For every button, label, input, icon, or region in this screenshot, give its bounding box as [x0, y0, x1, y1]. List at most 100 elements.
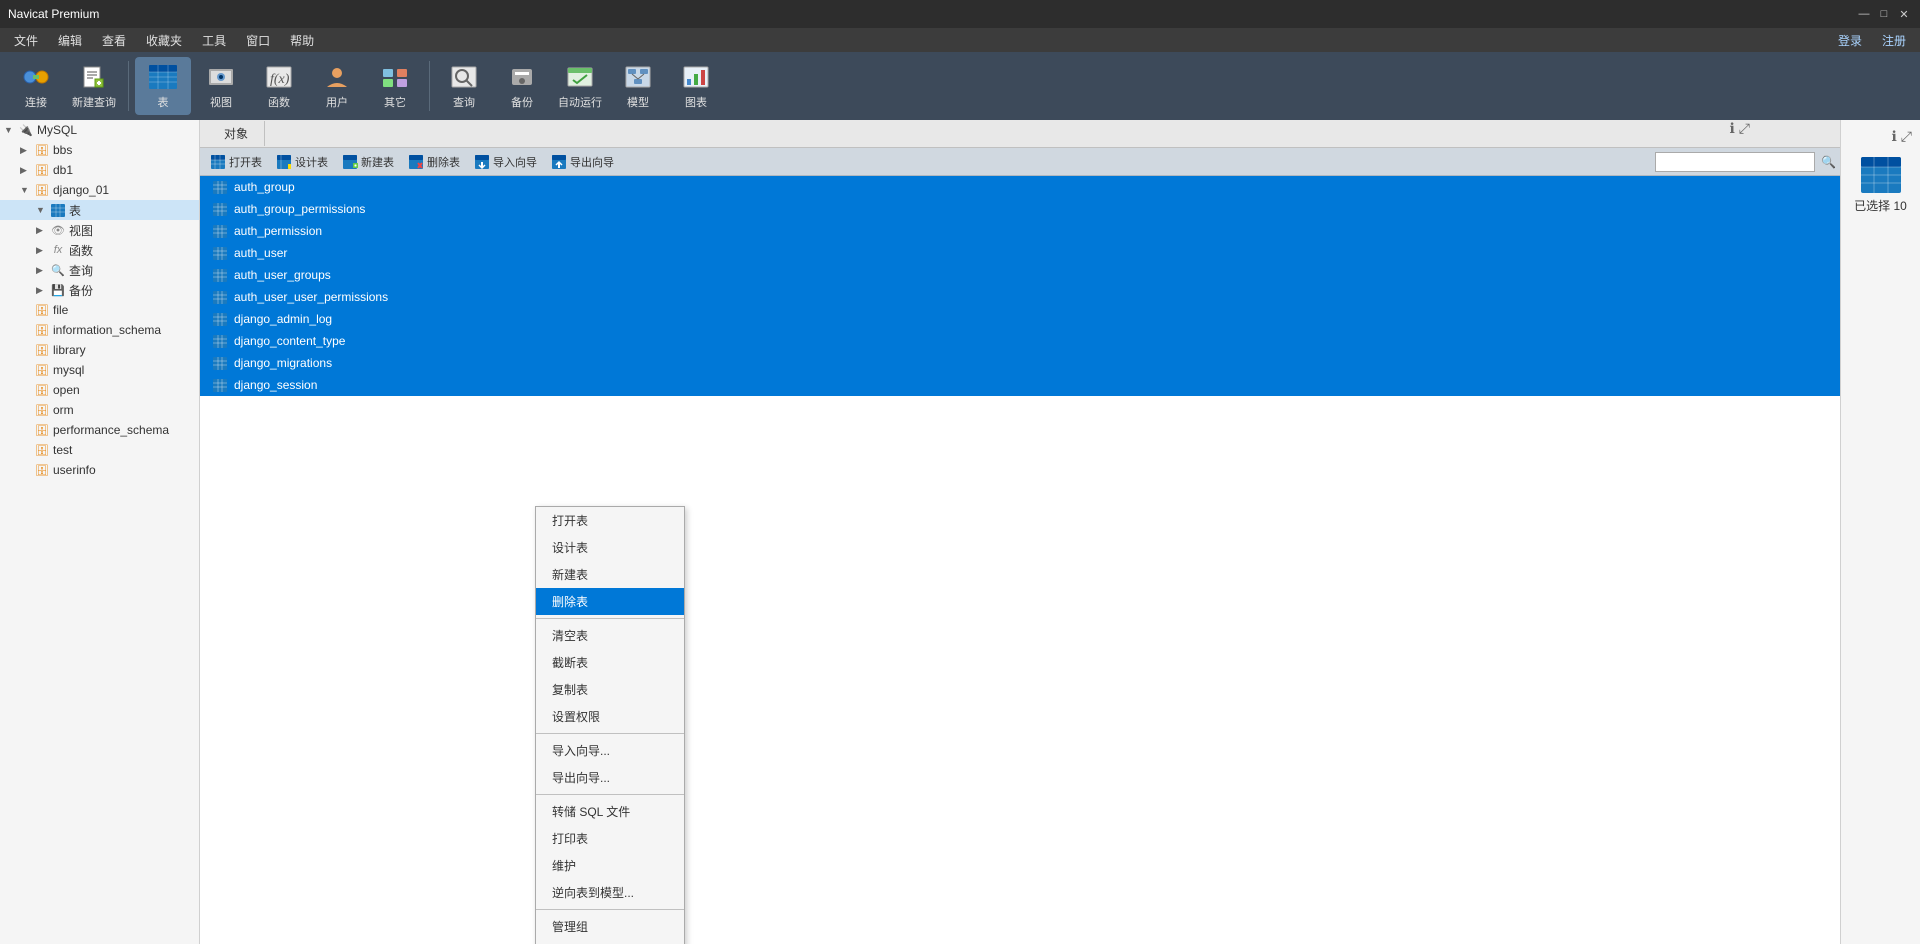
toolbar-connect-label: 连接: [25, 94, 47, 110]
ctx-delete-table[interactable]: 删除表: [536, 588, 684, 615]
right-info-icon[interactable]: ℹ: [1891, 128, 1896, 145]
menu-edit[interactable]: 编辑: [48, 28, 92, 52]
ctx-reverse-model[interactable]: 逆向表到模型...: [536, 879, 684, 906]
toolbar-backup-label: 备份: [511, 94, 533, 110]
table-item-auth-user[interactable]: auth_user: [200, 242, 1840, 264]
table-row-icon-auth-user: [212, 245, 228, 261]
sidebar-item-views[interactable]: ▶ 👁 视图: [0, 220, 199, 240]
table-icon: [147, 63, 179, 91]
action-open-table-icon: [210, 154, 226, 170]
action-delete-table[interactable]: 删除表: [402, 151, 466, 173]
ctx-convert-sql[interactable]: 转储 SQL 文件: [536, 798, 684, 825]
tab-objects[interactable]: 对象: [208, 121, 265, 146]
table-item-django-admin-log[interactable]: django_admin_log: [200, 308, 1840, 330]
table-item-auth-user-groups[interactable]: auth_user_groups: [200, 264, 1840, 286]
ctx-design-table[interactable]: 设计表: [536, 534, 684, 561]
search-input[interactable]: [1655, 152, 1815, 172]
sidebar-item-django01[interactable]: ▼ 🗄 django_01: [0, 180, 199, 200]
toolbar-table[interactable]: 表: [135, 57, 191, 115]
ctx-clear-table[interactable]: 清空表: [536, 622, 684, 649]
new-query-icon: [78, 63, 110, 91]
sidebar-item-bbs[interactable]: ▶ 🗄 bbs: [0, 140, 199, 160]
info-icon[interactable]: ℹ: [1729, 120, 1734, 137]
sidebar-item-backups[interactable]: ▶ 💾 备份: [0, 280, 199, 300]
action-export[interactable]: 导出向导: [545, 151, 620, 173]
sidebar-item-userinfo[interactable]: 🗄 userinfo: [0, 460, 199, 480]
menu-tools[interactable]: 工具: [192, 28, 236, 52]
sidebar-item-open[interactable]: 🗄 open: [0, 380, 199, 400]
ctx-sep1: [536, 618, 684, 619]
toolbar-new-query[interactable]: 新建查询: [66, 57, 122, 115]
toolbar-connect[interactable]: 连接: [8, 57, 64, 115]
sidebar-item-functions[interactable]: ▶ fx 函数: [0, 240, 199, 260]
sidebar-item-file[interactable]: 🗄 file: [0, 300, 199, 320]
arrow-mysql: ▼: [4, 125, 18, 135]
table-item-auth-user-user-permissions[interactable]: auth_user_user_permissions: [200, 286, 1840, 308]
toolbar-chart-label: 图表: [685, 94, 707, 110]
table-item-auth-group-permissions[interactable]: auth_group_permissions: [200, 198, 1840, 220]
toolbar-user[interactable]: 用户: [309, 57, 365, 115]
sidebar-item-test[interactable]: 🗄 test: [0, 440, 199, 460]
menu-window[interactable]: 窗口: [236, 28, 280, 52]
sidebar-item-mysql[interactable]: ▼ 🔌 MySQL: [0, 120, 199, 140]
minimize-button[interactable]: —: [1856, 6, 1872, 22]
ctx-copy-table[interactable]: 复制表: [536, 676, 684, 703]
ctx-manage-group[interactable]: 管理组: [536, 913, 684, 940]
table-item-django-content-type[interactable]: django_content_type: [200, 330, 1840, 352]
right-expand-icon[interactable]: ⤢: [1901, 128, 1912, 145]
action-new-table[interactable]: 新建表: [336, 151, 400, 173]
toolbar-backup[interactable]: 备份: [494, 57, 550, 115]
table-name-django-content-type: django_content_type: [234, 334, 345, 348]
menu-view[interactable]: 查看: [92, 28, 136, 52]
action-open-table-label: 打开表: [229, 154, 262, 170]
table-list-area: auth_group auth_group_permissions auth_p…: [200, 176, 1840, 944]
ctx-truncate-table[interactable]: 截断表: [536, 649, 684, 676]
open-db-icon: 🗄: [34, 382, 50, 398]
sidebar-item-tables[interactable]: ▼ 表: [0, 200, 199, 220]
ctx-export-wizard[interactable]: 导出向导...: [536, 764, 684, 791]
sidebar-item-queries[interactable]: ▶ 🔍 查询: [0, 260, 199, 280]
table-item-django-migrations[interactable]: django_migrations: [200, 352, 1840, 374]
ctx-maintenance[interactable]: 维护: [536, 852, 684, 879]
toolbar-model[interactable]: 模型: [610, 57, 666, 115]
toolbar-schedule[interactable]: 自动运行: [552, 57, 608, 115]
ctx-print-table[interactable]: 打印表: [536, 825, 684, 852]
action-import[interactable]: 导入向导: [468, 151, 543, 173]
sidebar-item-info-schema[interactable]: 🗄 information_schema: [0, 320, 199, 340]
menu-help[interactable]: 帮助: [280, 28, 324, 52]
action-design-table[interactable]: 设计表: [270, 151, 334, 173]
toolbar-query[interactable]: 查询: [436, 57, 492, 115]
maximize-button[interactable]: □: [1876, 6, 1892, 22]
action-open-table[interactable]: 打开表: [204, 151, 268, 173]
sidebar-item-perf-schema[interactable]: 🗄 performance_schema: [0, 420, 199, 440]
ctx-new-table[interactable]: 新建表: [536, 561, 684, 588]
ctx-set-permissions[interactable]: 设置权限: [536, 703, 684, 730]
tables-label: 表: [69, 202, 81, 219]
login-button[interactable]: 登录: [1828, 28, 1872, 52]
sidebar-item-mysql-db[interactable]: 🗄 mysql: [0, 360, 199, 380]
sidebar-item-db1[interactable]: ▶ 🗄 db1: [0, 160, 199, 180]
django01-icon: 🗄: [34, 182, 50, 198]
object-tab-bar: 对象 ℹ ⤢: [200, 120, 1840, 148]
expand-icon[interactable]: ⤢: [1739, 120, 1750, 137]
table-name-django-session: django_session: [234, 378, 317, 392]
menu-file[interactable]: 文件: [4, 28, 48, 52]
toolbar-chart[interactable]: 图表: [668, 57, 724, 115]
ctx-copy2[interactable]: 复制: [536, 940, 684, 944]
sidebar-item-library[interactable]: 🗄 library: [0, 340, 199, 360]
sidebar-item-orm[interactable]: 🗄 orm: [0, 400, 199, 420]
search-icon[interactable]: 🔍: [1821, 155, 1836, 169]
toolbar-other[interactable]: 其它: [367, 57, 423, 115]
table-item-auth-group[interactable]: auth_group: [200, 176, 1840, 198]
table-item-auth-permission[interactable]: auth_permission: [200, 220, 1840, 242]
register-button[interactable]: 注册: [1872, 28, 1916, 52]
ctx-import-wizard[interactable]: 导入向导...: [536, 737, 684, 764]
menu-favorites[interactable]: 收藏夹: [136, 28, 192, 52]
action-delete-table-label: 删除表: [427, 154, 460, 170]
ctx-open-table[interactable]: 打开表: [536, 507, 684, 534]
close-button[interactable]: ✕: [1896, 6, 1912, 22]
toolbar-function[interactable]: f(x) 函数: [251, 57, 307, 115]
table-item-django-session[interactable]: django_session: [200, 374, 1840, 396]
table-row-icon-auth-permission: [212, 223, 228, 239]
toolbar-view[interactable]: 视图: [193, 57, 249, 115]
